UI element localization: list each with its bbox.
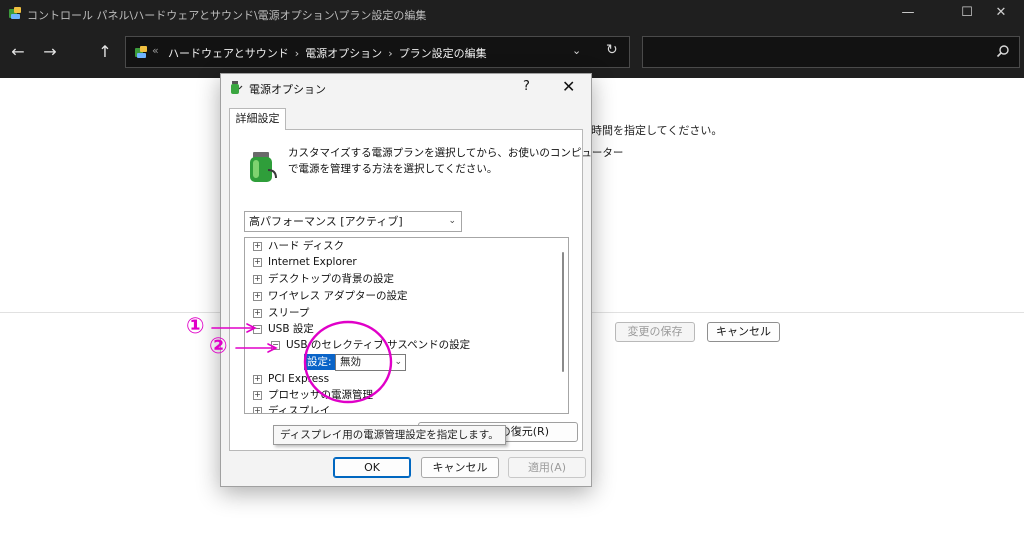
tree-item-usb-settings[interactable]: − USB 設定: [253, 321, 314, 337]
tree-item-internet-explorer[interactable]: + Internet Explorer: [253, 254, 357, 270]
ok-button[interactable]: OK: [333, 457, 411, 478]
tree-item-processor-power[interactable]: + プロセッサの電源管理: [253, 387, 373, 403]
breadcrumb-edit-plan[interactable]: プラン設定の編集: [399, 47, 487, 60]
close-window-button[interactable]: ✕: [978, 0, 1024, 27]
chevron-down-icon: ⌄: [394, 357, 402, 367]
tree-item-label: ディスプレイ: [268, 405, 331, 414]
tree-item-label: プロセッサの電源管理: [268, 389, 373, 401]
breadcrumb-chevron-icon[interactable]: ›: [388, 47, 392, 60]
description-line-1: カスタマイズする電源プランを選択してから、お使いのコンピューター: [288, 147, 624, 159]
breadcrumb: ハードウェアとサウンド › 電源オプション › プラン設定の編集: [168, 45, 493, 61]
expand-icon[interactable]: +: [253, 391, 262, 400]
address-bar[interactable]: « ハードウェアとサウンド › 電源オプション › プラン設定の編集 ⌄ ↻: [125, 36, 630, 68]
setting-value: 無効: [340, 356, 361, 368]
address-overflow-chevron[interactable]: «: [152, 44, 159, 57]
settings-tree[interactable]: + ハード ディスク + Internet Explorer + デスクトップの背景の…: [244, 237, 569, 414]
search-input[interactable]: [642, 36, 1020, 68]
address-history-dropdown-icon[interactable]: ⌄: [572, 44, 581, 57]
tooltip: ディスプレイ用の電源管理設定を指定します。: [273, 425, 506, 445]
advanced-settings-panel: カスタマイズする電源プランを選択してから、お使いのコンピューター で電源を管理す…: [229, 129, 624, 451]
tab-advanced-settings[interactable]: 詳細設定: [229, 108, 286, 130]
setting-value-select[interactable]: 無効 ⌄: [335, 354, 406, 371]
tree-item-hard-disk[interactable]: + ハード ディスク: [253, 238, 344, 254]
help-button[interactable]: ?: [523, 79, 530, 94]
tree-item-label: Internet Explorer: [268, 256, 357, 268]
expand-icon[interactable]: +: [253, 407, 262, 413]
expand-icon[interactable]: +: [253, 258, 262, 267]
expand-icon[interactable]: +: [253, 242, 262, 251]
refresh-icon[interactable]: ↻: [606, 42, 618, 58]
save-changes-button[interactable]: 変更の保存: [615, 322, 695, 342]
navigation-bar: ← → ↑ « ハードウェアとサウンド › 電源オプション › プラン設定の編集 ⌄ ↻: [0, 27, 1024, 78]
setting-label: 設定:: [304, 354, 335, 370]
tree-item-sleep[interactable]: + スリープ: [253, 305, 309, 321]
chevron-down-icon: ⌄: [448, 216, 456, 226]
breadcrumb-hardware-sound[interactable]: ハードウェアとサウンド: [168, 47, 289, 60]
tree-item-display[interactable]: + ディスプレイ: [253, 403, 331, 414]
dialog-cancel-button[interactable]: キャンセル: [421, 457, 499, 478]
tree-scrollbar[interactable]: [562, 252, 564, 372]
search-icon: [996, 45, 1009, 58]
dialog-description: カスタマイズする電源プランを選択してから、お使いのコンピューター で電源を管理す…: [288, 145, 624, 177]
tree-item-wireless-adapter[interactable]: + ワイヤレス アダプターの設定: [253, 288, 408, 304]
power-options-icon: [231, 81, 243, 94]
tree-item-label: デスクトップの背景の設定: [268, 273, 394, 285]
instruction-text: 時間を指定してください。: [591, 124, 723, 137]
minimize-button[interactable]: —: [885, 0, 931, 27]
breadcrumb-chevron-icon[interactable]: ›: [295, 47, 299, 60]
back-button[interactable]: ←: [7, 42, 29, 64]
window-titlebar: コントロール パネル\ハードウェアとサウンド\電源オプション\プラン設定の編集 …: [0, 0, 1024, 27]
forward-button[interactable]: →: [39, 42, 61, 64]
battery-power-icon: [250, 152, 277, 182]
window-title: コントロール パネル\ハードウェアとサウンド\電源オプション\プラン設定の編集: [27, 9, 427, 22]
expand-icon[interactable]: +: [253, 309, 262, 318]
tree-item-label: PCI Express: [268, 373, 330, 385]
expand-icon[interactable]: +: [253, 292, 262, 301]
apply-button[interactable]: 適用(A): [508, 457, 586, 478]
tree-item-label: スリープ: [268, 307, 310, 319]
description-line-2: で電源を管理する方法を選択してください。: [288, 163, 498, 175]
tree-item-label: ハード ディスク: [268, 240, 345, 252]
control-panel-icon: [135, 46, 147, 58]
collapse-icon[interactable]: −: [271, 341, 280, 350]
tree-item-label: ワイヤレス アダプターの設定: [268, 290, 408, 302]
power-plan-selected: 高パフォーマンス [アクティブ]: [249, 215, 403, 228]
dialog-close-button[interactable]: ✕: [562, 77, 575, 96]
collapse-icon[interactable]: −: [253, 325, 262, 334]
power-plan-select[interactable]: 高パフォーマンス [アクティブ] ⌄: [244, 211, 462, 232]
tree-item-label: USB 設定: [268, 323, 314, 335]
tree-item-pci-express[interactable]: + PCI Express: [253, 371, 329, 387]
annotation-marker-2: ②: [209, 334, 228, 359]
up-button[interactable]: ↑: [94, 42, 116, 64]
tree-item-usb-selective-suspend[interactable]: − USB のセレクティブ サスペンドの設定: [271, 337, 470, 353]
page-cancel-button[interactable]: キャンセル: [707, 322, 780, 342]
control-panel-icon: [9, 7, 21, 19]
annotation-marker-1: ①: [186, 314, 205, 339]
tree-item-desktop-background[interactable]: + デスクトップの背景の設定: [253, 271, 394, 287]
dialog-title: 電源オプション: [249, 83, 326, 96]
breadcrumb-power-options[interactable]: 電源オプション: [305, 47, 382, 60]
tree-item-label: USB のセレクティブ サスペンドの設定: [286, 339, 471, 351]
expand-icon[interactable]: +: [253, 275, 262, 284]
expand-icon[interactable]: +: [253, 375, 262, 384]
